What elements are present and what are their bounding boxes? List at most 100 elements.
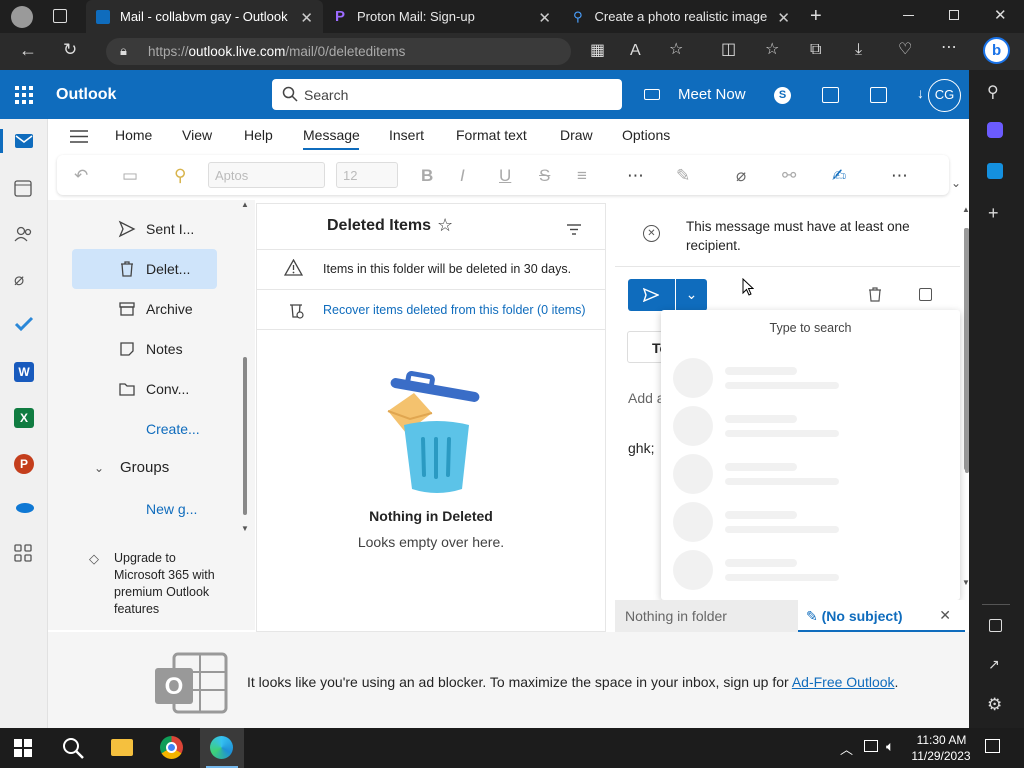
- message-body[interactable]: ghk;: [628, 440, 654, 456]
- new-tab-icon[interactable]: +: [810, 5, 822, 28]
- groups-chevron-icon[interactable]: ⌄: [94, 461, 104, 475]
- groups-heading[interactable]: Groups: [120, 459, 169, 476]
- todo-icon[interactable]: [14, 316, 34, 336]
- tab-view[interactable]: View: [182, 127, 212, 143]
- file-explorer-icon[interactable]: [111, 739, 133, 756]
- word-icon[interactable]: W: [14, 362, 34, 382]
- paste-icon[interactable]: ▭: [122, 166, 138, 186]
- tab-message[interactable]: Message: [303, 127, 360, 143]
- performance-icon[interactable]: ♡: [898, 42, 912, 58]
- tab-draw[interactable]: Draw: [560, 127, 593, 143]
- mail-icon[interactable]: [14, 133, 34, 153]
- attach-icon[interactable]: ⌀: [736, 166, 746, 186]
- read-aloud-icon[interactable]: A: [630, 43, 641, 59]
- close-tab-icon[interactable]: ✕: [777, 9, 790, 27]
- taskbar-search-icon[interactable]: [62, 737, 84, 759]
- avatar-circle[interactable]: CG: [928, 79, 961, 112]
- subject-input[interactable]: Add a: [628, 390, 665, 406]
- search-input[interactable]: Search: [272, 79, 622, 110]
- tab-actions-icon[interactable]: [53, 9, 67, 23]
- clock-date[interactable]: 11/29/2023: [911, 749, 971, 763]
- minimize-icon[interactable]: [903, 15, 914, 16]
- recover-items-link[interactable]: Recover items deleted from this folder (…: [323, 303, 586, 317]
- bold-icon[interactable]: B: [421, 166, 433, 186]
- folder-archive[interactable]: Archive: [72, 289, 217, 329]
- profile-avatar[interactable]: [11, 6, 33, 28]
- app-launcher-icon[interactable]: [15, 86, 33, 104]
- calendar-edit-icon[interactable]: [870, 87, 887, 103]
- restore-icon[interactable]: [949, 10, 959, 20]
- hide-sidebar-icon[interactable]: [989, 619, 1002, 632]
- format-painter-icon[interactable]: ⚲: [174, 166, 186, 186]
- new-group-link[interactable]: New g...: [146, 501, 197, 517]
- upgrade-link[interactable]: Upgrade to Microsoft 365 with premium Ou…: [114, 550, 224, 618]
- powerpoint-icon[interactable]: P: [14, 454, 34, 474]
- tab-outlook[interactable]: Mail - collabvm gay - Outlook ✕: [86, 0, 323, 33]
- nav-scroll-down-icon[interactable]: ▼: [241, 524, 249, 533]
- strikethrough-icon[interactable]: S: [539, 166, 550, 186]
- compose-scroll-up-icon[interactable]: ▲: [962, 205, 970, 214]
- ad-free-outlook-link[interactable]: Ad-Free Outlook: [792, 674, 895, 690]
- app-title[interactable]: Outlook: [56, 86, 116, 104]
- folder-sent[interactable]: Sent I...: [72, 209, 217, 249]
- app-available-icon[interactable]: ▦: [590, 43, 605, 59]
- chrome-icon[interactable]: [160, 736, 183, 759]
- italic-icon[interactable]: I: [460, 166, 465, 186]
- more-menu-icon[interactable]: ⋯: [941, 40, 957, 56]
- tab-help[interactable]: Help: [244, 127, 273, 143]
- back-icon[interactable]: ←: [19, 41, 37, 59]
- tray-chevron-icon[interactable]: ︿: [840, 739, 853, 758]
- more-apps-icon[interactable]: [14, 544, 34, 564]
- downloads-icon[interactable]: ⤓: [855, 42, 862, 58]
- compose-scroll-down-icon[interactable]: ▼: [962, 578, 970, 587]
- signature-icon[interactable]: ✍: [832, 166, 846, 186]
- ribbon-more-icon[interactable]: ⋯: [891, 166, 908, 186]
- more-format-icon[interactable]: ⋯: [627, 166, 644, 186]
- pop-out-icon[interactable]: [919, 288, 932, 301]
- folder-deleted[interactable]: Delet...: [72, 249, 217, 289]
- collections-icon[interactable]: ⧉: [810, 42, 821, 58]
- favorite-star-icon[interactable]: ☆: [437, 215, 453, 236]
- nav-scrollbar[interactable]: [243, 357, 247, 515]
- undo-icon[interactable]: ↶: [74, 166, 88, 186]
- tab-options[interactable]: Options: [622, 127, 670, 143]
- close-window-icon[interactable]: ✕: [994, 6, 1007, 24]
- start-windows-icon[interactable]: [14, 739, 32, 757]
- calendar-icon[interactable]: [14, 179, 34, 199]
- favorites-icon[interactable]: ☆: [765, 42, 779, 58]
- create-folder-link[interactable]: Create...: [146, 421, 200, 437]
- underline-icon[interactable]: U: [499, 166, 511, 186]
- font-size-select[interactable]: 12: [336, 162, 398, 188]
- clock-time[interactable]: 11:30 AM: [914, 733, 969, 747]
- tab-proton[interactable]: P Proton Mail: Sign-up ✕: [325, 0, 561, 33]
- send-button[interactable]: [628, 279, 675, 311]
- url-field[interactable]: 🔒︎ https://outlook.live.com/mail/0/delet…: [106, 38, 571, 65]
- compose-scrollbar-track[interactable]: [964, 228, 968, 470]
- tab-insert[interactable]: Insert: [389, 127, 424, 143]
- office-icon[interactable]: [822, 87, 839, 103]
- folder-notes[interactable]: Notes: [72, 329, 217, 369]
- attachment-icon[interactable]: ⌀: [14, 270, 34, 290]
- copilot-sidebar-icon[interactable]: [987, 122, 1003, 138]
- people-icon[interactable]: [14, 225, 34, 245]
- favorite-star-icon[interactable]: ☆: [669, 42, 683, 58]
- ribbon-expand-chevron-icon[interactable]: ⌄: [951, 176, 961, 190]
- download-icon[interactable]: ↓: [917, 85, 924, 101]
- external-link-icon[interactable]: ↗: [988, 656, 1000, 673]
- folder-conversation-history[interactable]: Conv...: [72, 369, 217, 409]
- tab-home[interactable]: Home: [115, 127, 152, 143]
- outlook-sidebar-icon[interactable]: [987, 163, 1003, 179]
- customize-gear-icon[interactable]: ⚙: [987, 695, 1002, 715]
- close-tab-icon[interactable]: ✕: [538, 9, 551, 27]
- close-tab-icon[interactable]: ✕: [300, 9, 313, 27]
- collapse-nav-icon[interactable]: [70, 130, 88, 143]
- copilot-icon[interactable]: b: [983, 37, 1010, 64]
- excel-icon[interactable]: X: [14, 408, 34, 428]
- draft-tab[interactable]: ✎ (No subject) ✕: [798, 600, 965, 632]
- edge-taskbar-icon[interactable]: [200, 728, 244, 768]
- styles-icon[interactable]: ✎: [676, 166, 690, 186]
- split-screen-icon[interactable]: ◫: [721, 42, 736, 58]
- skype-icon[interactable]: S: [774, 87, 791, 104]
- meet-now-button[interactable]: Meet Now: [678, 86, 746, 103]
- nothing-in-folder-tab[interactable]: Nothing in folder: [615, 600, 798, 632]
